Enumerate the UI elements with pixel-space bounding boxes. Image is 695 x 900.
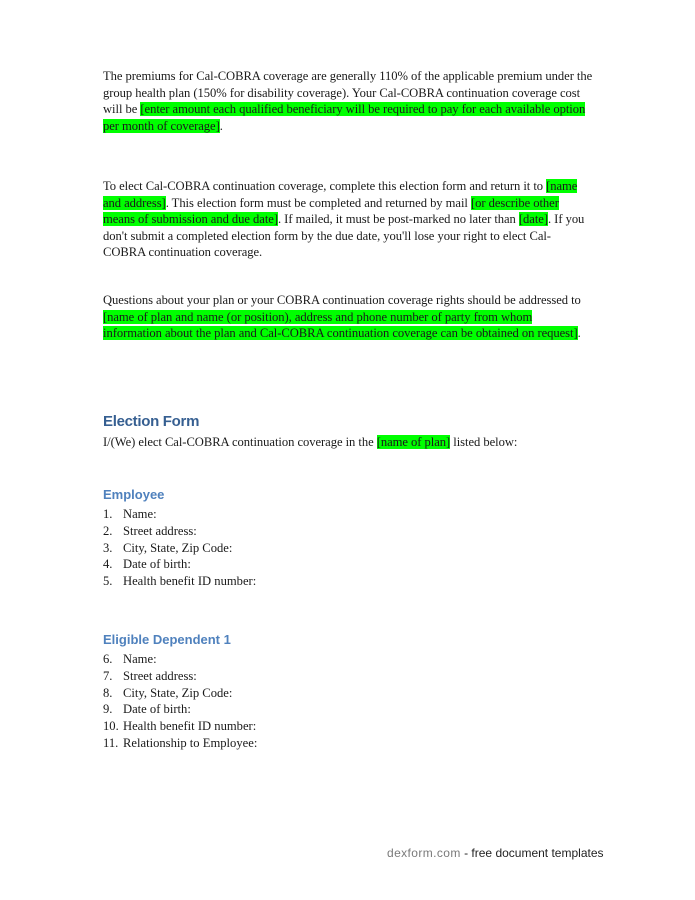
list-item: 1. Name: [103,506,256,523]
item-label: Health benefit ID number: [123,574,257,589]
employee-fields-list: 1. Name: 2. Street address: 3. City, State,… [103,506,256,590]
item-number: 9. [103,702,113,717]
list-item: 10. Health benefit ID number: [103,718,257,735]
item-label: City, State, Zip Code: [123,540,233,555]
premiums-text-end: . [219,118,223,133]
item-label: Relationship to Employee: [123,735,258,750]
item-label: City, State, Zip Code: [123,685,233,700]
election-intro-text: I/(We) elect Cal-COBRA continuation cove… [103,435,377,449]
dependent-1-heading: Eligible Dependent 1 [103,632,231,647]
premiums-placeholder-highlight: [enter amount each qualified beneficiary… [103,102,586,133]
item-number: 11. [103,735,119,750]
list-item: 9. Date of birth: [103,701,257,718]
document-page: The premiums for Cal-COBRA coverage are … [0,0,695,900]
item-number: 7. [103,668,113,683]
election-intro: I/(We) elect Cal-COBRA continuation cove… [103,434,593,451]
item-label: Street address: [123,523,197,538]
list-item: 6. Name: [103,651,257,668]
footer-brand-link[interactable]: dexform.com [387,846,461,860]
list-item: 7. Street address: [103,668,257,685]
premiums-paragraph: The premiums for Cal-COBRA coverage are … [103,68,593,134]
elect-paragraph: To elect Cal-COBRA continuation coverage… [103,178,593,261]
election-form-heading: Election Form [103,413,200,430]
list-item: 4. Date of birth: [103,556,256,573]
item-number: 10. [103,719,119,734]
item-number: 6. [103,652,113,666]
item-number: 5. [103,574,113,589]
questions-text-end: . [577,326,581,341]
page-footer: dexform.com - free document templates [387,846,604,860]
dependent-1-fields-list: 6. Name: 7. Street address: 8. City, State,… [103,651,257,752]
footer-tagline: - free document templates [460,846,604,860]
date-placeholder: [date] [518,212,548,227]
list-item: 3. City, State, Zip Code: [103,540,256,557]
item-number: 1. [103,507,113,521]
questions-paragraph: Questions about your plan or your COBRA … [103,292,593,342]
contact-placeholder-highlight: [name of plan and name (or position), ad… [103,309,578,341]
item-label: Date of birth: [123,557,191,572]
elect-text-1: To elect Cal-COBRA continuation coverage… [103,179,547,193]
list-item: 5. Health benefit ID number: [103,573,256,590]
item-label: Name: [123,652,157,666]
elect-text-3: . If mailed, it must be post-marked no l… [277,212,519,227]
item-label: Street address: [123,668,197,683]
plan-name-placeholder: [name of plan] [376,435,451,449]
employee-heading: Employee [103,487,165,502]
elect-text-2: . This election form must be completed a… [165,195,471,210]
item-number: 3. [103,540,113,555]
item-label: Date of birth: [123,702,191,717]
item-number: 4. [103,557,113,572]
item-label: Name: [123,507,157,521]
list-item: 2. Street address: [103,523,256,540]
list-item: 11. Relationship to Employee: [103,735,257,752]
list-item: 8. City, State, Zip Code: [103,685,257,702]
item-number: 8. [103,685,113,700]
election-intro-end: listed below: [450,435,518,449]
item-number: 2. [103,523,113,538]
questions-text: Questions about your plan or your COBRA … [103,293,581,307]
item-label: Health benefit ID number: [123,719,257,734]
